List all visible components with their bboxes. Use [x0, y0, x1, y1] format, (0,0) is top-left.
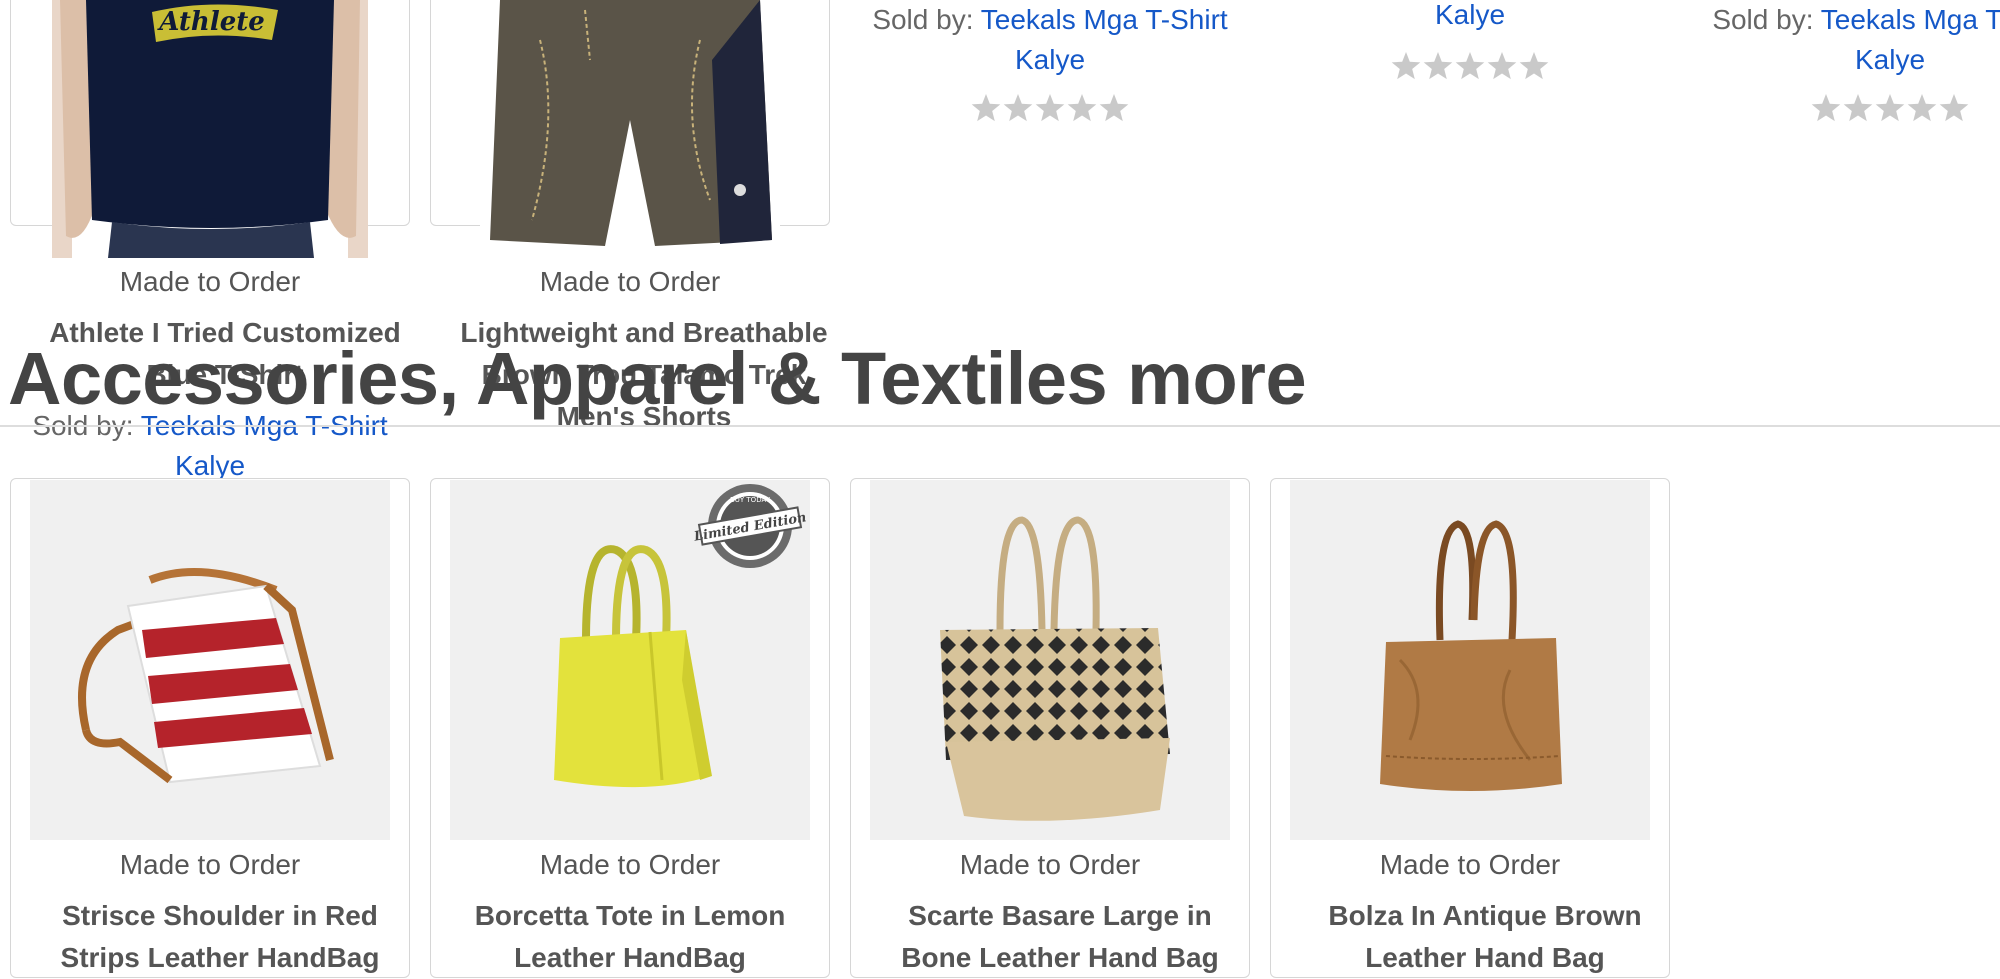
star-icon	[1875, 94, 1905, 122]
made-to-order-label: Made to Order	[539, 849, 721, 880]
product-title-line[interactable]: Scarte Basare Large in	[908, 900, 1212, 931]
product-title-line[interactable]: Strips Leather HandBag	[61, 942, 380, 973]
rating-stars	[970, 92, 1130, 128]
product-title-line[interactable]: Bolza In Antique Brown	[1328, 900, 1641, 931]
star-icon	[1907, 94, 1937, 122]
seller-link[interactable]: Kalye	[1435, 0, 1505, 30]
product-title[interactable]: Scarte Basare Large in Bone Leather Hand…	[850, 895, 1270, 979]
star-icon	[1067, 94, 1097, 122]
sold-by-col4: Kalye	[1270, 0, 1670, 35]
product-image-bolza[interactable]	[1290, 480, 1650, 840]
product-title-line[interactable]: Leather Hand Bag	[1365, 942, 1605, 973]
star-icon	[1843, 94, 1873, 122]
product-title-line[interactable]: Strisce Shoulder in Red	[62, 900, 378, 931]
star-icon	[1099, 94, 1129, 122]
star-icon	[1391, 52, 1421, 80]
made-to-order-label: Made to Order	[119, 266, 301, 297]
star-icon	[1035, 94, 1065, 122]
made-to-order-label: Made to Order	[119, 849, 301, 880]
product-title[interactable]: Bolza In Antique Brown Leather Hand Bag	[1270, 895, 1700, 979]
made-to-order-label: Made to Order	[539, 266, 721, 297]
star-icon	[1455, 52, 1485, 80]
product-title-line[interactable]: Borcetta Tote in Lemon	[475, 900, 786, 931]
sold-by-col5: Sold by: Teekals Mga T-Shirt Kalye	[1690, 0, 2000, 80]
made-to-order-label: Made to Order	[1379, 849, 1561, 880]
star-icon	[1811, 94, 1841, 122]
star-icon	[1003, 94, 1033, 122]
star-icon	[971, 94, 1001, 122]
product-image-shorts[interactable]	[480, 0, 780, 250]
svg-text:BUY TODAY: BUY TODAY	[730, 496, 771, 504]
product-image-strisce[interactable]	[30, 480, 390, 840]
made-to-order-label: Made to Order	[959, 849, 1141, 880]
rating-stars	[1390, 50, 1550, 86]
sold-by-col3: Sold by: Teekals Mga T-Shirt Kalye	[850, 0, 1250, 80]
star-icon	[1423, 52, 1453, 80]
sold-by-prefix: Sold by:	[872, 4, 974, 35]
rating-stars	[1810, 92, 1970, 128]
product-image-borcetta[interactable]: BUY TODAY Limited Edition	[450, 480, 810, 840]
sold-by-prefix: Sold by:	[1712, 4, 1814, 35]
section-heading: Accessories, Apparel & Textiles more	[8, 337, 1307, 420]
seller-link[interactable]: Teekals Mga T-Shirt	[981, 4, 1228, 35]
seller-link[interactable]: Teekals Mga T-Shirt	[1821, 4, 2000, 35]
seller-link[interactable]: Kalye	[1015, 44, 1085, 75]
tshirt-print-text: Athlete	[156, 7, 265, 37]
product-title[interactable]: Borcetta Tote in Lemon Leather HandBag	[430, 895, 830, 979]
product-image-tshirt[interactable]: Athlete	[52, 0, 368, 258]
seller-link[interactable]: Kalye	[1855, 44, 1925, 75]
star-icon	[1519, 52, 1549, 80]
star-icon	[1487, 52, 1517, 80]
star-icon	[1939, 94, 1969, 122]
product-title-line[interactable]: Bone Leather Hand Bag	[901, 942, 1218, 973]
section-divider	[0, 425, 2000, 427]
product-title[interactable]: Strisce Shoulder in Red Strips Leather H…	[10, 895, 430, 979]
product-image-scarte[interactable]	[870, 480, 1230, 840]
seller-link[interactable]: Kalye	[175, 450, 245, 481]
product-title-line[interactable]: Leather HandBag	[514, 942, 746, 973]
